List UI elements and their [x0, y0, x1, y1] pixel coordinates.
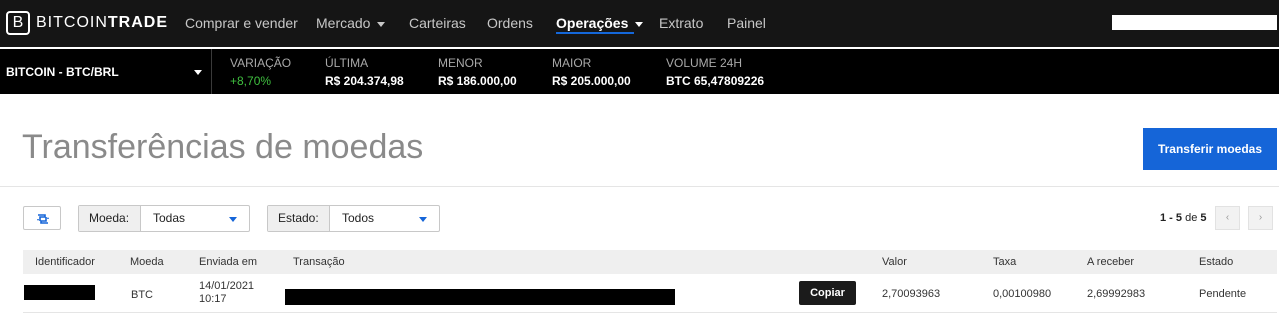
logo-text: BITCOINTRADE	[36, 14, 168, 31]
nav-carteiras[interactable]: Carteiras	[409, 15, 466, 31]
estado-filter-label: Estado:	[268, 206, 330, 231]
column-header: Identificador	[35, 256, 95, 268]
stat-menor-label: MENOR	[438, 56, 483, 70]
column-header: Moeda	[130, 256, 164, 268]
row-valor: 2,70093963	[882, 288, 941, 300]
stat-maior-value: R$ 205.000,00	[552, 74, 631, 88]
transaction-id-redacted	[285, 289, 675, 305]
stat-ultima-label: ÚLTIMA	[325, 56, 369, 70]
stat-volume-label: VOLUME 24H	[666, 56, 743, 70]
column-header: Valor	[882, 256, 907, 268]
next-page-button[interactable]: ›	[1248, 206, 1273, 230]
market-ticker: BITCOIN - BTC/BRL VARIAÇÃO +8,70% ÚLTIMA…	[0, 49, 1279, 94]
chevron-down-icon	[229, 217, 237, 222]
identifier-redacted	[24, 285, 95, 300]
column-header: A receber	[1087, 256, 1135, 268]
pagination-summary: 1 - 5 de 5	[1160, 212, 1207, 224]
stat-volume-value: BTC 65,47809226	[666, 74, 765, 88]
prev-page-button[interactable]: ‹	[1215, 206, 1240, 230]
nav-operacoes[interactable]: Operações	[556, 15, 644, 31]
nav-comprar-e-vender[interactable]: Comprar e vender	[185, 15, 298, 31]
nav-painel[interactable]: Painel	[727, 15, 766, 31]
row-divider	[23, 312, 1277, 313]
stat-variacao-value: +8,70%	[230, 74, 272, 88]
divider	[0, 186, 1279, 187]
column-header: Taxa	[993, 256, 1017, 268]
row-time: 10:17	[199, 293, 227, 305]
row-moeda: BTC	[131, 289, 153, 301]
refresh-button[interactable]	[23, 206, 61, 230]
row-a-receber: 2,69992983	[1087, 288, 1146, 300]
brand-logo[interactable]: B BITCOINTRADE	[6, 10, 168, 36]
stat-menor-value: R$ 186.000,00	[438, 74, 517, 88]
chevron-down-icon	[635, 21, 644, 27]
stat-maior-label: MAIOR	[552, 56, 592, 70]
row-estado: Pendente	[1199, 288, 1247, 300]
copy-transaction-button[interactable]: Copiar	[799, 281, 856, 305]
row-date: 14/01/2021	[199, 280, 255, 292]
nav-extrato[interactable]: Extrato	[659, 15, 703, 31]
transferir-moedas-button[interactable]: Transferir moedas	[1143, 128, 1277, 170]
chevron-left-icon: ‹	[1225, 212, 1230, 223]
moeda-filter-label: Moeda:	[79, 206, 141, 231]
chevron-right-icon: ›	[1258, 212, 1263, 223]
estado-filter-value[interactable]: Todos	[330, 206, 439, 231]
estado-filter[interactable]: Estado: Todos	[267, 205, 440, 232]
chevron-down-icon	[377, 21, 386, 27]
chevron-down-icon	[419, 217, 427, 222]
row-taxa: 0,00100980	[993, 288, 1052, 300]
active-nav-underline	[556, 32, 634, 34]
chevron-down-icon[interactable]	[194, 70, 202, 75]
column-header: Enviada em	[199, 256, 258, 268]
ticker-divider	[211, 49, 212, 94]
stat-variacao-label: VARIAÇÃO	[230, 56, 292, 70]
page-title: Transferências de moedas	[22, 128, 424, 166]
refresh-icon	[37, 214, 49, 224]
column-header: Estado	[1199, 256, 1234, 268]
nav-mercado[interactable]: Mercado	[316, 15, 386, 31]
moeda-filter[interactable]: Moeda: Todas	[78, 205, 250, 232]
user-menu-redacted[interactable]	[1112, 15, 1277, 30]
stat-ultima-value: R$ 204.374,98	[325, 74, 404, 88]
logo-mark: B	[6, 11, 30, 35]
pair-selector[interactable]: BITCOIN - BTC/BRL	[6, 65, 119, 79]
column-header: Transação	[293, 256, 345, 268]
nav-ordens[interactable]: Ordens	[487, 15, 533, 31]
top-navbar: B BITCOINTRADE Comprar e vender Mercado …	[0, 0, 1279, 47]
moeda-filter-value[interactable]: Todas	[141, 206, 249, 231]
